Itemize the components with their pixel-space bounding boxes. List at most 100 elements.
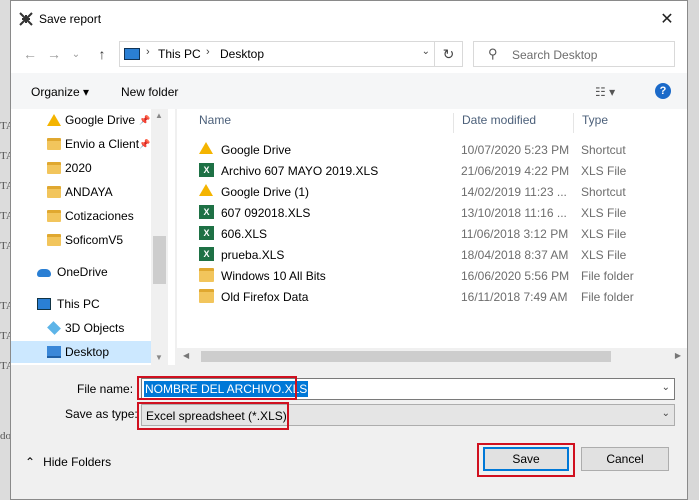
excel-icon: X xyxy=(199,163,214,177)
sidebar-item-label: ANDAYA xyxy=(65,185,113,199)
folder-icon xyxy=(199,268,214,282)
onedrive-icon xyxy=(37,269,51,277)
forward-button[interactable]: → xyxy=(45,45,63,63)
highlight-box xyxy=(137,402,289,430)
back-button[interactable]: ← xyxy=(21,45,39,63)
folder-icon xyxy=(199,289,214,303)
breadcrumb-desktop[interactable]: Desktop xyxy=(220,47,264,61)
refresh-button[interactable]: ↻ xyxy=(435,41,463,67)
sidebar-item-label: Desktop xyxy=(65,345,110,359)
address-dropdown-icon[interactable]: ⌄ xyxy=(422,46,430,57)
file-row[interactable]: Windows 10 All Bits 16/06/2020 5:56 PM F… xyxy=(177,265,687,286)
search-box[interactable]: ⚲ xyxy=(473,41,675,67)
file-date: 10/07/2020 5:23 PM xyxy=(461,143,570,157)
file-name: 606.XLS xyxy=(221,227,268,241)
close-button[interactable]: ✕ xyxy=(647,1,687,37)
folder-icon xyxy=(47,210,61,222)
new-folder-button[interactable]: New folder xyxy=(121,85,178,99)
excel-icon: X xyxy=(199,247,214,261)
sidebar-item-label: Envio a Client xyxy=(65,137,140,151)
scrollbar-thumb[interactable] xyxy=(153,236,166,284)
file-row[interactable]: X 607 092018.XLS 13/10/2018 11:16 ... XL… xyxy=(177,202,687,223)
file-name: prueba.XLS xyxy=(221,248,285,262)
google-drive-icon xyxy=(199,142,213,154)
excel-icon: X xyxy=(199,226,214,240)
file-date: 13/10/2018 11:16 ... xyxy=(461,206,567,220)
file-row[interactable]: X Archivo 607 MAYO 2019.XLS 21/06/2019 4… xyxy=(177,160,687,181)
sidebar-item-this-pc[interactable]: This PC xyxy=(11,293,151,315)
address-breadcrumb[interactable]: › This PC › Desktop ⌄ xyxy=(119,41,435,67)
file-date: 16/06/2020 5:56 PM xyxy=(461,269,570,283)
file-name: Google Drive (1) xyxy=(221,185,310,199)
chevron-down-icon[interactable]: ⌄ xyxy=(662,382,670,393)
column-header-type[interactable]: Type xyxy=(573,113,687,133)
sidebar-item-onedrive[interactable]: OneDrive xyxy=(11,261,151,283)
sidebar-item-label: 2020 xyxy=(65,161,92,175)
column-header-date-modified[interactable]: Date modified xyxy=(453,113,573,133)
up-arrow-icon: ↑ xyxy=(98,46,106,62)
file-row[interactable]: X 606.XLS 11/06/2018 3:12 PM XLS File xyxy=(177,223,687,244)
cancel-button[interactable]: Cancel xyxy=(581,447,669,471)
folder-icon xyxy=(47,138,61,150)
sidebar-item-google-drive[interactable]: Google Drive 📌 xyxy=(11,109,151,131)
scroll-right-icon[interactable]: ▶ xyxy=(675,351,681,360)
save-dialog: Save report ✕ ← → ⌄ ↑ › This PC › Deskto… xyxy=(10,0,688,500)
scrollbar-thumb[interactable] xyxy=(201,351,611,362)
highlight-box xyxy=(137,376,297,400)
sidebar-item-soficomv5[interactable]: SoficomV5 xyxy=(11,229,151,251)
sidebar-item-2020[interactable]: 2020 xyxy=(11,157,151,179)
sidebar-item-label: Cotizaciones xyxy=(65,209,134,223)
chevron-down-icon: ⌄ xyxy=(71,48,81,60)
breadcrumb-separator: › xyxy=(146,46,150,58)
sidebar-scrollbar[interactable]: ▲ ▼ xyxy=(151,109,168,365)
file-date: 21/06/2019 4:22 PM xyxy=(461,164,570,178)
this-pc-icon xyxy=(37,298,51,310)
file-row[interactable]: Google Drive 10/07/2020 5:23 PM Shortcut xyxy=(177,139,687,160)
recent-locations-button[interactable]: ⌄ xyxy=(67,45,85,63)
file-name: Windows 10 All Bits xyxy=(221,269,326,283)
column-header-name[interactable]: Name xyxy=(191,113,445,133)
file-type: XLS File xyxy=(581,206,627,220)
search-input[interactable] xyxy=(512,46,667,63)
sidebar-item-andaya[interactable]: ANDAYA xyxy=(11,181,151,203)
sidebar-item-label: OneDrive xyxy=(57,265,108,279)
chevron-down-icon[interactable]: ⌄ xyxy=(662,408,670,419)
scroll-left-icon[interactable]: ◀ xyxy=(183,351,189,360)
pin-icon: 📌 xyxy=(139,138,151,149)
hide-folders-label: Hide Folders xyxy=(43,455,112,469)
sidebar-item-cotizaciones[interactable]: Cotizaciones xyxy=(11,205,151,227)
file-name: 607 092018.XLS xyxy=(221,206,311,220)
scroll-down-icon[interactable]: ▼ xyxy=(155,353,163,362)
file-date: 18/04/2018 8:37 AM xyxy=(461,248,569,262)
breadcrumb-separator: › xyxy=(206,46,210,58)
sidebar-item-desktop[interactable]: Desktop xyxy=(11,341,151,363)
up-button[interactable]: ↑ xyxy=(93,45,111,63)
file-row[interactable]: Old Firefox Data 16/11/2018 7:49 AM File… xyxy=(177,286,687,307)
organize-button[interactable]: Organize ▾ xyxy=(31,85,89,99)
file-row[interactable]: X prueba.XLS 18/04/2018 8:37 AM XLS File xyxy=(177,244,687,265)
scroll-up-icon[interactable]: ▲ xyxy=(155,111,163,120)
file-row[interactable]: Google Drive (1) 14/02/2019 11:23 ... Sh… xyxy=(177,181,687,202)
forward-arrow-icon: → xyxy=(47,46,61,62)
file-type: File folder xyxy=(581,290,634,304)
sidebar-item-label: Google Drive xyxy=(65,113,136,127)
file-list: Name Date modified Type Google Drive 10/… xyxy=(177,109,687,365)
file-type: XLS File xyxy=(581,248,627,262)
file-date: 14/02/2019 11:23 ... xyxy=(461,185,567,199)
hide-folders-button[interactable]: ⌃ Hide Folders xyxy=(25,455,111,469)
horizontal-scrollbar[interactable]: ◀ ▶ xyxy=(177,348,687,365)
save-as-type-label: Save as type: xyxy=(65,407,138,421)
help-icon[interactable]: ? xyxy=(655,83,671,99)
app-icon xyxy=(19,12,33,26)
sidebar-item-envio-a-client[interactable]: Envio a Client 📌 xyxy=(11,133,151,155)
close-icon: ✕ xyxy=(660,11,674,28)
breadcrumb-this-pc[interactable]: This PC xyxy=(158,47,201,61)
sidebar-item-label: SoficomV5 xyxy=(65,233,124,247)
file-name: Archivo 607 MAYO 2019.XLS xyxy=(221,164,379,178)
command-toolbar xyxy=(11,73,687,109)
file-date: 11/06/2018 3:12 PM xyxy=(461,227,569,241)
3d-objects-icon xyxy=(47,321,61,335)
sidebar-item-3d-objects[interactable]: 3D Objects xyxy=(11,317,151,339)
view-options-icon[interactable]: ☷ ▾ xyxy=(595,85,615,99)
pin-icon: 📌 xyxy=(139,114,151,125)
